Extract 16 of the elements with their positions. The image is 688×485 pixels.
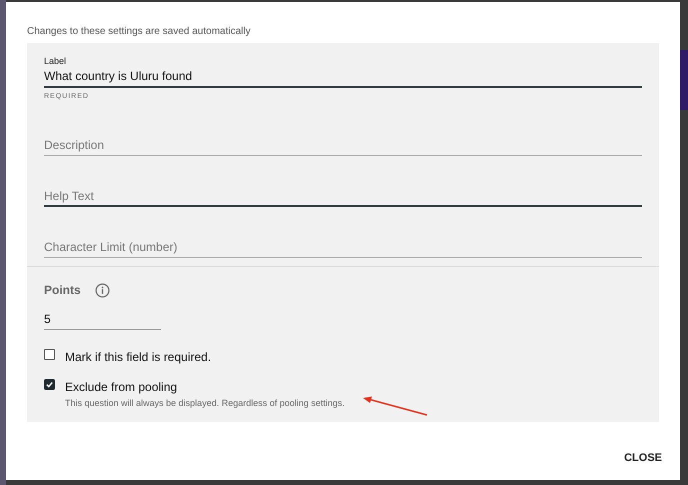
text-field[interactable]: Description — [44, 137, 642, 156]
close-button[interactable]: CLOSE — [618, 446, 668, 470]
points-field[interactable]: 5 — [44, 310, 161, 330]
checkbox-label[interactable]: Exclude from pooling — [65, 378, 345, 396]
field-label: Label — [44, 55, 66, 68]
checkbox-label[interactable]: Mark if this field is required. — [65, 348, 212, 366]
text-field[interactable]: What country is Uluru found — [44, 68, 642, 88]
text-field[interactable]: Help Text — [44, 188, 642, 207]
notice-text: Changes to these settings are saved automatically — [27, 25, 250, 39]
points-label: Points — [44, 282, 81, 299]
checkbox[interactable] — [44, 379, 55, 390]
checkbox[interactable] — [44, 349, 55, 360]
annotation-arrow — [362, 395, 428, 417]
text-field[interactable]: Character Limit (number) — [44, 239, 642, 258]
info-icon[interactable] — [94, 282, 110, 298]
hint-text: This question will always be displayed. Regardless of pooling settings. — [65, 397, 345, 410]
